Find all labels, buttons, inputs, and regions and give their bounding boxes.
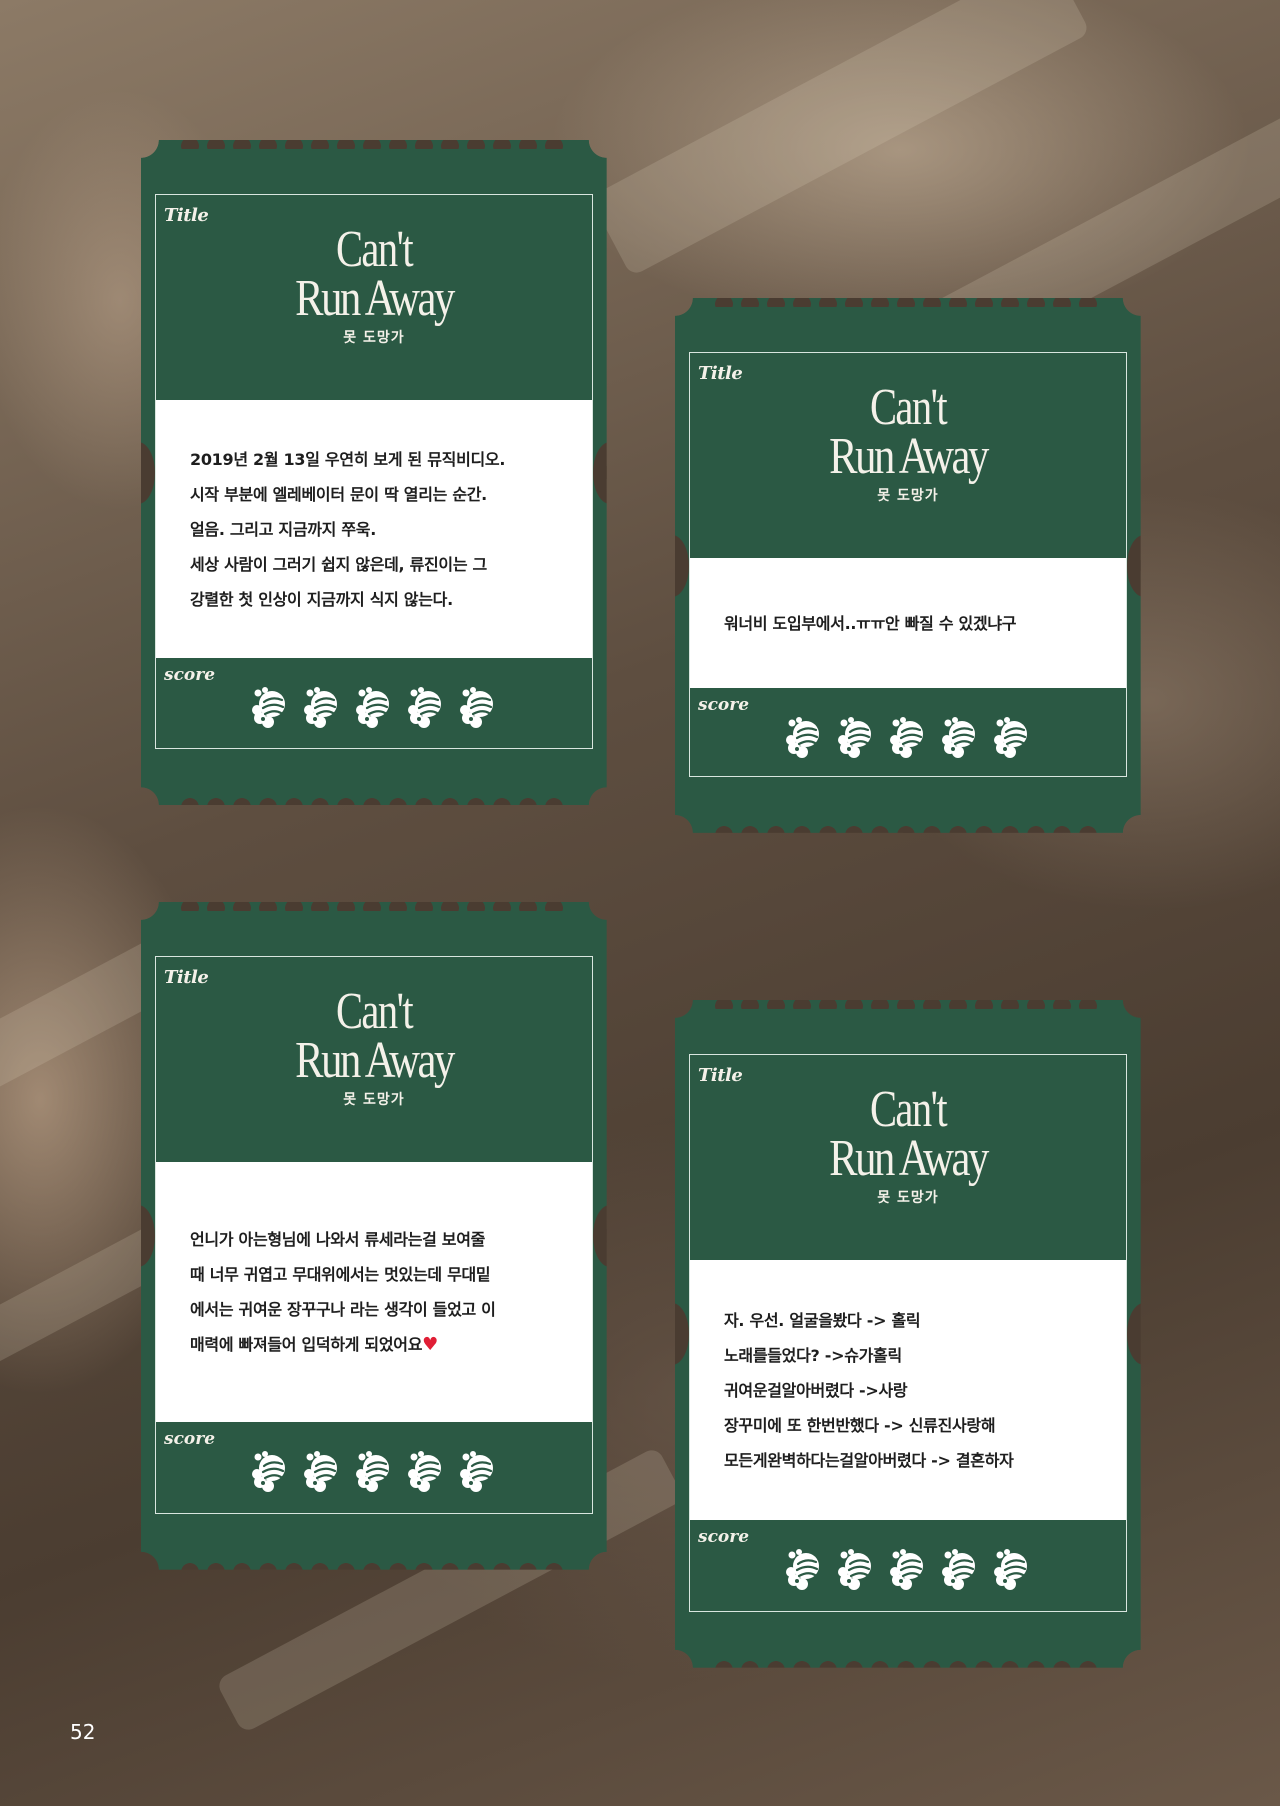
- strawberry-icon: [938, 1546, 982, 1590]
- review-line: 에서는 귀여운 장꾸구나 라는 생각이 들었고 이: [190, 1300, 496, 1319]
- score-panel: score: [156, 1422, 592, 1506]
- cant-run-away-logo: Can't Run Away 못 도망가: [156, 221, 592, 346]
- review-line-text: 매력에 빠져들어 입덕하게 되었어요: [190, 1335, 423, 1354]
- logo-line-1: Can't: [335, 983, 414, 1040]
- strawberry-icon: [886, 714, 930, 758]
- strawberry-icon: [456, 684, 500, 728]
- strawberry-icon: [938, 714, 982, 758]
- logo-line-2: Run Away: [829, 1130, 989, 1188]
- review-text-panel: 자. 우선. 얼굴을봤다 -> 홀릭 노래를들었다? ->슈가홀릭 귀여운걸알아…: [690, 1260, 1126, 1520]
- title-label: Title: [698, 363, 743, 384]
- logo-line-1: Can't: [869, 1081, 948, 1138]
- ticket-frame: Title Can't Run Away 못 도망가 2019년 2월 13일 …: [155, 194, 593, 749]
- strawberry-icon: [834, 714, 878, 758]
- strawberry-icon: [782, 714, 826, 758]
- title-label: Title: [164, 205, 209, 226]
- page-number: 52: [70, 1720, 96, 1744]
- score-label: score: [164, 665, 216, 685]
- title-label: Title: [164, 967, 209, 988]
- review-text-panel: 언니가 아는형님에 나와서 류세라는걸 보여줄 때 너무 귀엽고 무대위에서는 …: [156, 1162, 592, 1422]
- review-line: 세상 사람이 그러기 쉽지 않은데, 류진이는 그: [190, 554, 487, 574]
- logo-line-2: Run Away: [295, 270, 455, 328]
- review-ticket-3: Title Can't Run Away 못 도망가 언니가 아는형님에 나와서…: [121, 897, 627, 1575]
- review-line: 얼음. 그리고 지금까지 쭈욱.: [190, 519, 376, 539]
- ticket-frame: Title Can't Run Away 못 도망가 워너비 도입부에서..ㅠㅠ…: [689, 352, 1127, 777]
- logo-line-2: Run Away: [829, 428, 989, 486]
- review-ticket-4: Title Can't Run Away 못 도망가 자. 우선. 얼굴을봤다 …: [655, 995, 1161, 1673]
- logo-korean-subtitle: 못 도망가: [343, 1091, 405, 1108]
- logo-line-1: Can't: [335, 221, 414, 278]
- strawberry-icon: [300, 1448, 344, 1492]
- review-text-panel: 워너비 도입부에서..ㅠㅠ안 빠질 수 있겠냐구: [690, 558, 1126, 688]
- score-icons: [782, 1546, 1034, 1590]
- review-line: 모든게완벽하다는걸알아버렸다 -> 결혼하자: [724, 1450, 1014, 1470]
- strawberry-icon: [248, 1448, 292, 1492]
- score-icons: [248, 1448, 500, 1492]
- score-icons: [782, 714, 1034, 758]
- title-panel: Title Can't Run Away 못 도망가: [690, 353, 1126, 558]
- cant-run-away-logo: Can't Run Away 못 도망가: [156, 983, 592, 1108]
- review-line: 매력에 빠져들어 입덕하게 되었어요♥: [190, 1327, 558, 1362]
- strawberry-icon: [782, 1546, 826, 1590]
- review-line: 2019년 2월 13일 우연히 보게 된 뮤직비디오.: [190, 449, 506, 469]
- strawberry-icon: [352, 1448, 396, 1492]
- strawberry-icon: [834, 1546, 878, 1590]
- strawberry-icon: [404, 684, 448, 728]
- review-line: 장꾸미에 또 한번반했다 -> 신류진사랑해: [724, 1415, 996, 1435]
- ticket-frame: Title Can't Run Away 못 도망가 언니가 아는형님에 나와서…: [155, 956, 593, 1514]
- review-line: 자. 우선. 얼굴을봤다 -> 홀릭: [724, 1310, 921, 1330]
- review-text-panel: 2019년 2월 13일 우연히 보게 된 뮤직비디오. 시작 부분에 엘레베이…: [156, 400, 592, 658]
- score-label: score: [698, 695, 750, 715]
- title-panel: Title Can't Run Away 못 도망가: [156, 195, 592, 400]
- score-panel: score: [690, 1520, 1126, 1604]
- title-label: Title: [698, 1065, 743, 1086]
- score-panel: score: [690, 688, 1126, 772]
- review-line: 워너비 도입부에서..ㅠㅠ안 빠질 수 있겠냐구: [724, 613, 1017, 633]
- cant-run-away-logo: Can't Run Away 못 도망가: [690, 379, 1126, 504]
- score-label: score: [698, 1527, 750, 1547]
- strawberry-icon: [248, 684, 292, 728]
- review-ticket-1: Title Can't Run Away 못 도망가 2019년 2월 13일 …: [121, 135, 627, 810]
- review-line: 강렬한 첫 인상이 지금까지 식지 않는다.: [190, 589, 453, 609]
- logo-korean-subtitle: 못 도망가: [343, 329, 405, 346]
- logo-korean-subtitle: 못 도망가: [877, 487, 939, 504]
- review-line: 노래를들었다? ->슈가홀릭: [724, 1345, 902, 1365]
- title-panel: Title Can't Run Away 못 도망가: [690, 1055, 1126, 1260]
- title-panel: Title Can't Run Away 못 도망가: [156, 957, 592, 1162]
- logo-line-2: Run Away: [295, 1032, 455, 1090]
- logo-korean-subtitle: 못 도망가: [877, 1189, 939, 1206]
- review-line: 언니가 아는형님에 나와서 류세라는걸 보여줄: [190, 1230, 486, 1249]
- review-line: 시작 부분에 엘레베이터 문이 딱 열리는 순간.: [190, 484, 487, 504]
- strawberry-icon: [404, 1448, 448, 1492]
- score-icons: [248, 684, 500, 728]
- heart-icon: ♥: [422, 1334, 438, 1355]
- strawberry-icon: [352, 684, 396, 728]
- cant-run-away-logo: Can't Run Away 못 도망가: [690, 1081, 1126, 1206]
- strawberry-icon: [456, 1448, 500, 1492]
- score-panel: score: [156, 658, 592, 742]
- review-line: 귀여운걸알아버렸다 ->사랑: [724, 1380, 908, 1400]
- score-label: score: [164, 1429, 216, 1449]
- strawberry-icon: [300, 684, 344, 728]
- strawberry-icon: [990, 714, 1034, 758]
- logo-line-1: Can't: [869, 379, 948, 436]
- review-line: 때 너무 귀엽고 무대위에서는 멋있는데 무대밑: [190, 1265, 491, 1284]
- review-ticket-2: Title Can't Run Away 못 도망가 워너비 도입부에서..ㅠㅠ…: [655, 293, 1161, 838]
- strawberry-icon: [990, 1546, 1034, 1590]
- ticket-frame: Title Can't Run Away 못 도망가 자. 우선. 얼굴을봤다 …: [689, 1054, 1127, 1612]
- strawberry-icon: [886, 1546, 930, 1590]
